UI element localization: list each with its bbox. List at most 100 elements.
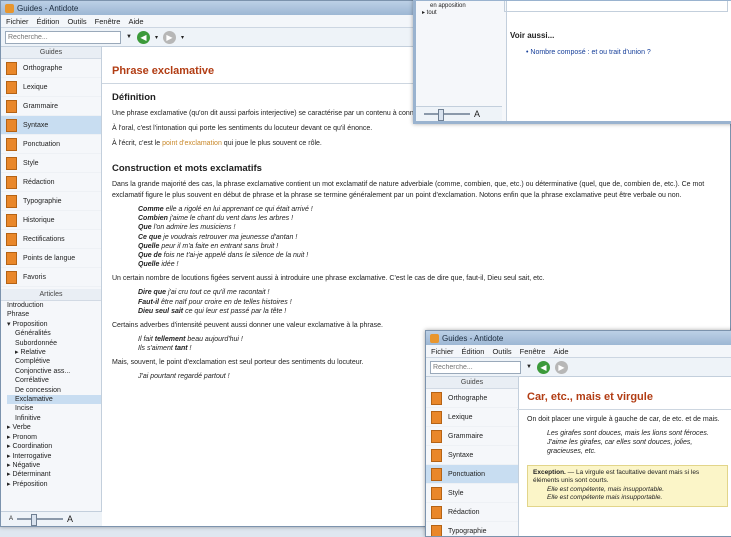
menu-item[interactable]: Aide — [553, 347, 568, 356]
book-icon — [6, 271, 17, 284]
tree-item[interactable]: ▾ Proposition — [7, 320, 101, 329]
tree-item[interactable]: ▸ Coordination — [7, 442, 101, 451]
guide-item[interactable]: Rédaction — [426, 503, 518, 522]
example: Faut-il être naïf pour croire en de tell… — [138, 298, 720, 307]
article-content: Car, etc., mais et virgule On doit place… — [519, 377, 731, 536]
sidebar: Guides OrthographeLexiqueGrammaireSyntax… — [426, 377, 519, 536]
menu-item[interactable]: Fichier — [431, 347, 454, 356]
link-point-exclamation[interactable]: point d'exclamation — [162, 140, 222, 147]
book-icon — [6, 233, 17, 246]
guide-item[interactable]: Ponctuation — [426, 465, 518, 484]
exception-box: Exception. — La virgule est facultative … — [527, 465, 728, 507]
guide-item[interactable]: Orthographe — [426, 389, 518, 408]
examples-block: Dire que j'ai cru tout ce qu'il me racon… — [112, 288, 720, 316]
menu-item[interactable]: Édition — [462, 347, 485, 356]
book-icon — [431, 392, 442, 405]
articles-header: Articles — [1, 289, 101, 301]
back-arrow-icon[interactable]: ◀ — [137, 31, 150, 44]
book-icon — [431, 487, 442, 500]
menu-fenetre[interactable]: Fenêtre — [95, 17, 121, 26]
guides-header: Guides — [426, 377, 518, 389]
example: Que l'on admire les musiciens ! — [138, 223, 720, 232]
menu-item[interactable]: Fenêtre — [520, 347, 546, 356]
menu-bar: Fichier Édition Outils Fenêtre Aide — [426, 345, 731, 358]
book-icon — [6, 119, 17, 132]
guide-item[interactable]: Ponctuation — [1, 135, 101, 154]
book-icon — [6, 81, 17, 94]
guide-item[interactable]: Orthographe — [1, 59, 101, 78]
example: Les girafes sont douces, mais les lions … — [547, 429, 728, 438]
guides-list: OrthographeLexiqueGrammaireSyntaxePonctu… — [426, 389, 518, 537]
paragraph: On doit placer une virgule à gauche de c… — [527, 414, 728, 425]
guide-item[interactable]: Syntaxe — [426, 446, 518, 465]
book-icon — [6, 195, 17, 208]
tree-item[interactable]: Conjonctive ass... — [7, 367, 101, 376]
book-icon — [6, 176, 17, 189]
zoom-slider-thumb[interactable] — [31, 514, 37, 526]
menu-item[interactable]: Outils — [492, 347, 511, 356]
tree-item[interactable]: ▸ Relative — [7, 348, 101, 357]
back-dropdown-icon[interactable]: ▾ — [155, 34, 158, 41]
book-icon — [431, 525, 442, 537]
guide-item[interactable]: Syntaxe — [1, 116, 101, 135]
guide-item[interactable]: Grammaire — [1, 97, 101, 116]
menu-edition[interactable]: Édition — [37, 17, 60, 26]
guide-item[interactable]: Style — [426, 484, 518, 503]
tree-item[interactable]: Subordonnée — [7, 339, 101, 348]
tree-item[interactable]: Introduction — [7, 301, 101, 310]
overlay-zoom: A — [416, 106, 502, 121]
guide-item[interactable]: Typographie — [426, 522, 518, 537]
sidebar: Guides OrthographeLexiqueGrammaireSyntax… — [1, 47, 102, 526]
guide-item[interactable]: Favoris — [1, 268, 101, 287]
guides-list: OrthographeLexiqueGrammaireSyntaxePonctu… — [1, 59, 101, 287]
guide-item[interactable]: Points de langue — [1, 249, 101, 268]
tree-item[interactable]: Phrase — [7, 310, 101, 319]
menu-aide[interactable]: Aide — [128, 17, 143, 26]
tree-item[interactable]: ▸ Interrogative — [7, 452, 101, 461]
menu-outils[interactable]: Outils — [67, 17, 86, 26]
guide-item[interactable]: Lexique — [426, 408, 518, 427]
guide-item[interactable]: Rectifications — [1, 230, 101, 249]
example: Comme elle a rigolé en lui apprenant ce … — [138, 205, 720, 214]
search-dropdown-icon[interactable]: ▼ — [126, 34, 132, 40]
forward-arrow-icon[interactable]: ▶ — [555, 361, 568, 374]
guide-item[interactable]: Style — [1, 154, 101, 173]
tree-item[interactable]: ▸ Négative — [7, 461, 101, 470]
paragraph: À l'oral, c'est l'intonation qui porte l… — [112, 123, 720, 134]
tree-item[interactable]: ▸ Pronom — [7, 433, 101, 442]
book-icon — [431, 430, 442, 443]
menu-fichier[interactable]: Fichier — [6, 17, 29, 26]
guide-item[interactable]: Lexique — [1, 78, 101, 97]
book-icon — [431, 468, 442, 481]
guides-header: Guides — [1, 47, 101, 59]
overlay-window-top: en apposition ▸ tout Voir aussi... • Nom… — [413, 0, 731, 124]
example: Dire que j'ai cru tout ce qu'il me racon… — [138, 288, 720, 297]
forward-arrow-icon[interactable]: ▶ — [163, 31, 176, 44]
tree-item[interactable]: ▸ Déterminant — [7, 470, 101, 479]
tree-item[interactable]: Complétive — [7, 357, 101, 366]
guide-item[interactable]: Rédaction — [1, 173, 101, 192]
see-also-link[interactable]: Nombre composé : et ou trait d'union ? — [530, 49, 650, 56]
window-title: Guides - Antidote — [17, 4, 78, 13]
example: Quelle peur il m'a faite en entrant sans… — [138, 242, 720, 251]
tree-item[interactable]: ▸ Préposition — [7, 480, 101, 489]
guide-item[interactable]: Typographie — [1, 192, 101, 211]
zoom-slider[interactable] — [17, 518, 63, 520]
tree-item[interactable]: Corrélative — [7, 376, 101, 385]
guide-item[interactable]: Historique — [1, 211, 101, 230]
guide-item[interactable]: Grammaire — [426, 427, 518, 446]
tree-item[interactable]: De concession — [7, 386, 101, 395]
back-arrow-icon[interactable]: ◀ — [537, 361, 550, 374]
forward-dropdown-icon[interactable]: ▾ — [181, 34, 184, 41]
tree-item[interactable]: Infinitive — [7, 414, 101, 423]
search-input[interactable] — [5, 31, 121, 44]
tree-item[interactable]: ▸ Verbe — [7, 423, 101, 432]
toolbar: ▼ ◀ ▶ — [426, 358, 731, 377]
book-icon — [6, 214, 17, 227]
tree-item[interactable]: Incise — [7, 404, 101, 413]
tree-item[interactable]: Exclamative — [7, 395, 101, 404]
tree-item[interactable]: Généralités — [7, 329, 101, 338]
tree-item[interactable]: ▸ tout — [422, 9, 500, 16]
search-input[interactable] — [430, 361, 521, 374]
search-dropdown-icon[interactable]: ▼ — [526, 364, 532, 370]
